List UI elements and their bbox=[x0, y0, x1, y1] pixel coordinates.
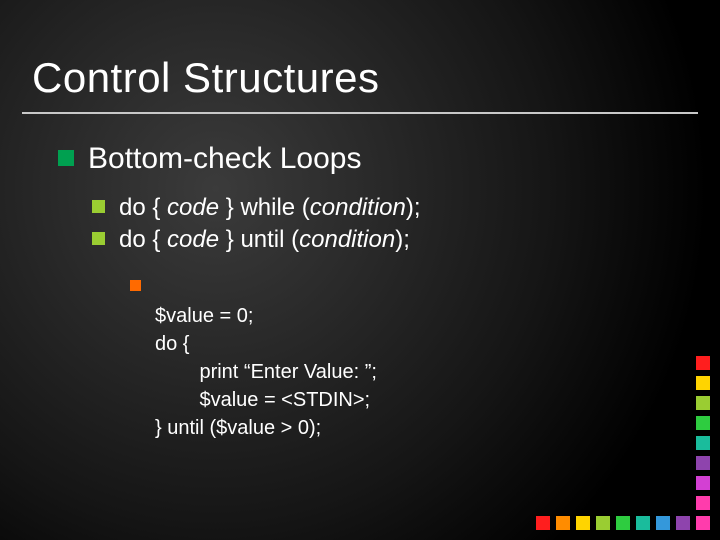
deco-square-icon bbox=[696, 476, 710, 490]
code-line: do { bbox=[155, 333, 189, 355]
text-part: do { bbox=[119, 226, 167, 253]
square-bullet-icon bbox=[92, 200, 105, 213]
text-part: do { bbox=[119, 194, 167, 221]
text-part: } until ( bbox=[219, 226, 299, 253]
deco-square-icon bbox=[576, 516, 590, 530]
title-divider bbox=[22, 112, 698, 114]
deco-square-icon bbox=[556, 516, 570, 530]
deco-square-icon bbox=[696, 356, 710, 370]
code-line: } until ($value > 0); bbox=[155, 417, 321, 439]
deco-square-icon bbox=[696, 376, 710, 390]
code-italic: code bbox=[167, 194, 219, 221]
code-italic: code bbox=[167, 226, 219, 253]
code-line: $value = 0; bbox=[155, 305, 253, 327]
square-bullet-icon bbox=[92, 232, 105, 245]
deco-square-icon bbox=[636, 516, 650, 530]
decoration-row-bottom bbox=[536, 516, 710, 530]
condition-italic: condition bbox=[310, 194, 406, 221]
decoration-column-right bbox=[696, 356, 710, 510]
bullet-text: Bottom-check Loops bbox=[88, 140, 361, 178]
square-bullet-icon bbox=[130, 280, 141, 291]
deco-square-icon bbox=[696, 456, 710, 470]
condition-italic: condition bbox=[299, 226, 395, 253]
slide-title: Control Structures bbox=[32, 54, 379, 102]
deco-square-icon bbox=[696, 436, 710, 450]
bullet-text: do { code } while (condition); bbox=[119, 192, 421, 224]
bullet-level1: Bottom-check Loops bbox=[58, 140, 680, 178]
text-part: ); bbox=[406, 194, 421, 221]
code-example: $value = 0; do { print “Enter Value: ”; … bbox=[155, 274, 377, 442]
slide-content: Bottom-check Loops do { code } while (co… bbox=[58, 140, 680, 442]
deco-square-icon bbox=[696, 416, 710, 430]
deco-square-icon bbox=[676, 516, 690, 530]
bullet-level2: do { code } until (condition); bbox=[92, 224, 680, 256]
bullet-text: do { code } until (condition); bbox=[119, 224, 410, 256]
square-bullet-icon bbox=[58, 150, 74, 166]
level3-group: $value = 0; do { print “Enter Value: ”; … bbox=[130, 274, 680, 442]
deco-square-icon bbox=[656, 516, 670, 530]
deco-square-icon bbox=[696, 396, 710, 410]
code-line: print “Enter Value: ”; bbox=[155, 361, 377, 383]
text-part: ); bbox=[395, 226, 410, 253]
deco-square-icon bbox=[616, 516, 630, 530]
level2-group: do { code } while (condition); do { code… bbox=[92, 192, 680, 256]
slide: Control Structures Bottom-check Loops do… bbox=[0, 0, 720, 540]
deco-square-icon bbox=[696, 496, 710, 510]
deco-square-icon bbox=[696, 516, 710, 530]
code-line: $value = <STDIN>; bbox=[155, 389, 370, 411]
bullet-level3: $value = 0; do { print “Enter Value: ”; … bbox=[130, 274, 680, 442]
text-part: } while ( bbox=[219, 194, 310, 221]
deco-square-icon bbox=[596, 516, 610, 530]
deco-square-icon bbox=[536, 516, 550, 530]
bullet-level2: do { code } while (condition); bbox=[92, 192, 680, 224]
